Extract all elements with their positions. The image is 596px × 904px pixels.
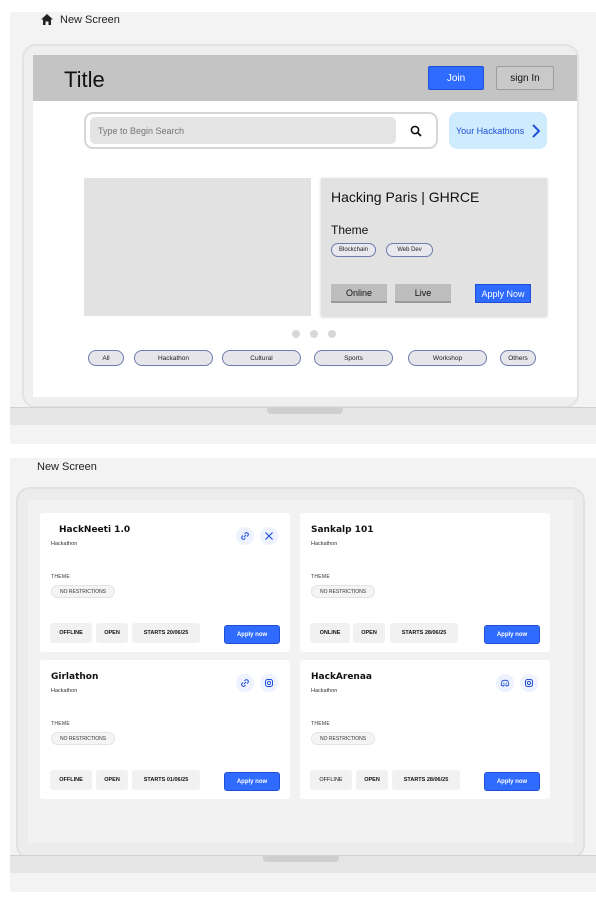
apply-now-button[interactable]: Apply Now	[475, 284, 531, 303]
theme-label: THEME	[311, 721, 330, 727]
your-hackathons-label: Your Hackathons	[456, 125, 525, 136]
screen-1-label: New Screen	[40, 13, 120, 26]
apply-now-button[interactable]: Apply now	[224, 625, 280, 644]
mode-badge: OFFLINE	[50, 623, 92, 643]
featured-hackathon-name: Hacking Paris | GHRCE	[331, 189, 480, 205]
tag-web-dev: Web Dev	[386, 243, 433, 257]
your-hackathons-button[interactable]: Your Hackathons	[449, 112, 547, 149]
instagram-icon-button[interactable]	[260, 674, 278, 692]
search-button[interactable]	[402, 117, 429, 144]
theme-value: NO RESTRICTIONS	[311, 732, 376, 745]
link-icon	[241, 532, 249, 540]
status-badge: OPEN	[356, 770, 388, 790]
category-hackathon[interactable]: Hackathon	[134, 350, 213, 366]
mode-live: Live	[395, 284, 451, 303]
apply-now-button[interactable]: Apply now	[484, 625, 540, 644]
hackathon-name: HackNeeti 1.0	[59, 525, 131, 535]
hackathon-type: Hackathon	[311, 688, 338, 694]
tag-blockchain: Blockchain	[331, 243, 376, 257]
hackathon-name: Girlathon	[51, 672, 99, 682]
search-icon	[410, 125, 422, 137]
category-cultural[interactable]: Cultural	[222, 350, 301, 366]
instagram-icon	[265, 679, 273, 687]
screen-label-text: New Screen	[60, 13, 120, 26]
link-icon-button[interactable]	[236, 527, 254, 545]
link-icon-button[interactable]	[236, 674, 254, 692]
theme-value: NO RESTRICTIONS	[51, 585, 116, 598]
laptop-2-notch	[263, 855, 339, 862]
carousel-dot-3[interactable]	[328, 330, 336, 338]
hackathon-type: Hackathon	[51, 688, 78, 694]
theme-label: THEME	[51, 574, 70, 580]
carousel-dot-1[interactable]	[292, 330, 300, 338]
theme-value: NO RESTRICTIONS	[51, 732, 116, 745]
start-date-badge: STARTS 28/06/25	[392, 770, 460, 790]
theme-label: THEME	[311, 574, 330, 580]
discord-icon-button[interactable]	[496, 674, 514, 692]
instagram-icon-button[interactable]	[520, 674, 538, 692]
category-workshop[interactable]: Workshop	[408, 350, 487, 366]
hackathon-name: HackArenaa	[311, 672, 372, 682]
hackathon-type: Hackathon	[51, 541, 78, 547]
x-icon-button[interactable]	[260, 527, 278, 545]
laptop-notch	[267, 407, 343, 414]
link-icon	[241, 679, 249, 687]
sign-in-button[interactable]: sign In	[496, 66, 554, 90]
apply-now-button[interactable]: Apply now	[484, 772, 540, 791]
instagram-icon	[525, 679, 533, 687]
start-date-badge: STARTS 28/06/25	[390, 623, 458, 643]
mode-badge: OFFLINE	[50, 770, 92, 790]
featured-image-placeholder	[84, 178, 311, 316]
mode-badge: ONLINE	[310, 623, 350, 643]
category-others[interactable]: Others	[500, 350, 536, 366]
status-badge: OPEN	[353, 623, 385, 643]
page-title: Title	[64, 67, 105, 92]
chevron-right-icon	[532, 123, 541, 138]
carousel-dot-2[interactable]	[310, 330, 318, 338]
start-date-badge: STARTS 01/06/25	[132, 770, 200, 790]
home-icon	[41, 14, 53, 25]
discord-icon	[500, 679, 510, 687]
hackathon-type: Hackathon	[311, 541, 338, 547]
mode-badge: OFFLINE	[310, 770, 352, 790]
hackathon-name: Sankalp 101	[311, 525, 374, 535]
search-input[interactable]	[90, 117, 396, 144]
apply-now-button[interactable]: Apply now	[224, 772, 280, 791]
featured-theme-label: Theme	[331, 223, 369, 237]
theme-value: NO RESTRICTIONS	[311, 585, 376, 598]
theme-label: THEME	[51, 721, 70, 727]
category-sports[interactable]: Sports	[314, 350, 393, 366]
join-button[interactable]: Join	[428, 66, 484, 90]
status-badge: OPEN	[96, 623, 128, 643]
status-badge: OPEN	[96, 770, 128, 790]
start-date-badge: STARTS 20/06/25	[132, 623, 200, 643]
screen-2-label: New Screen	[37, 461, 97, 473]
mode-online: Online	[331, 284, 387, 303]
category-all[interactable]: All	[88, 350, 124, 366]
x-icon	[265, 532, 273, 540]
